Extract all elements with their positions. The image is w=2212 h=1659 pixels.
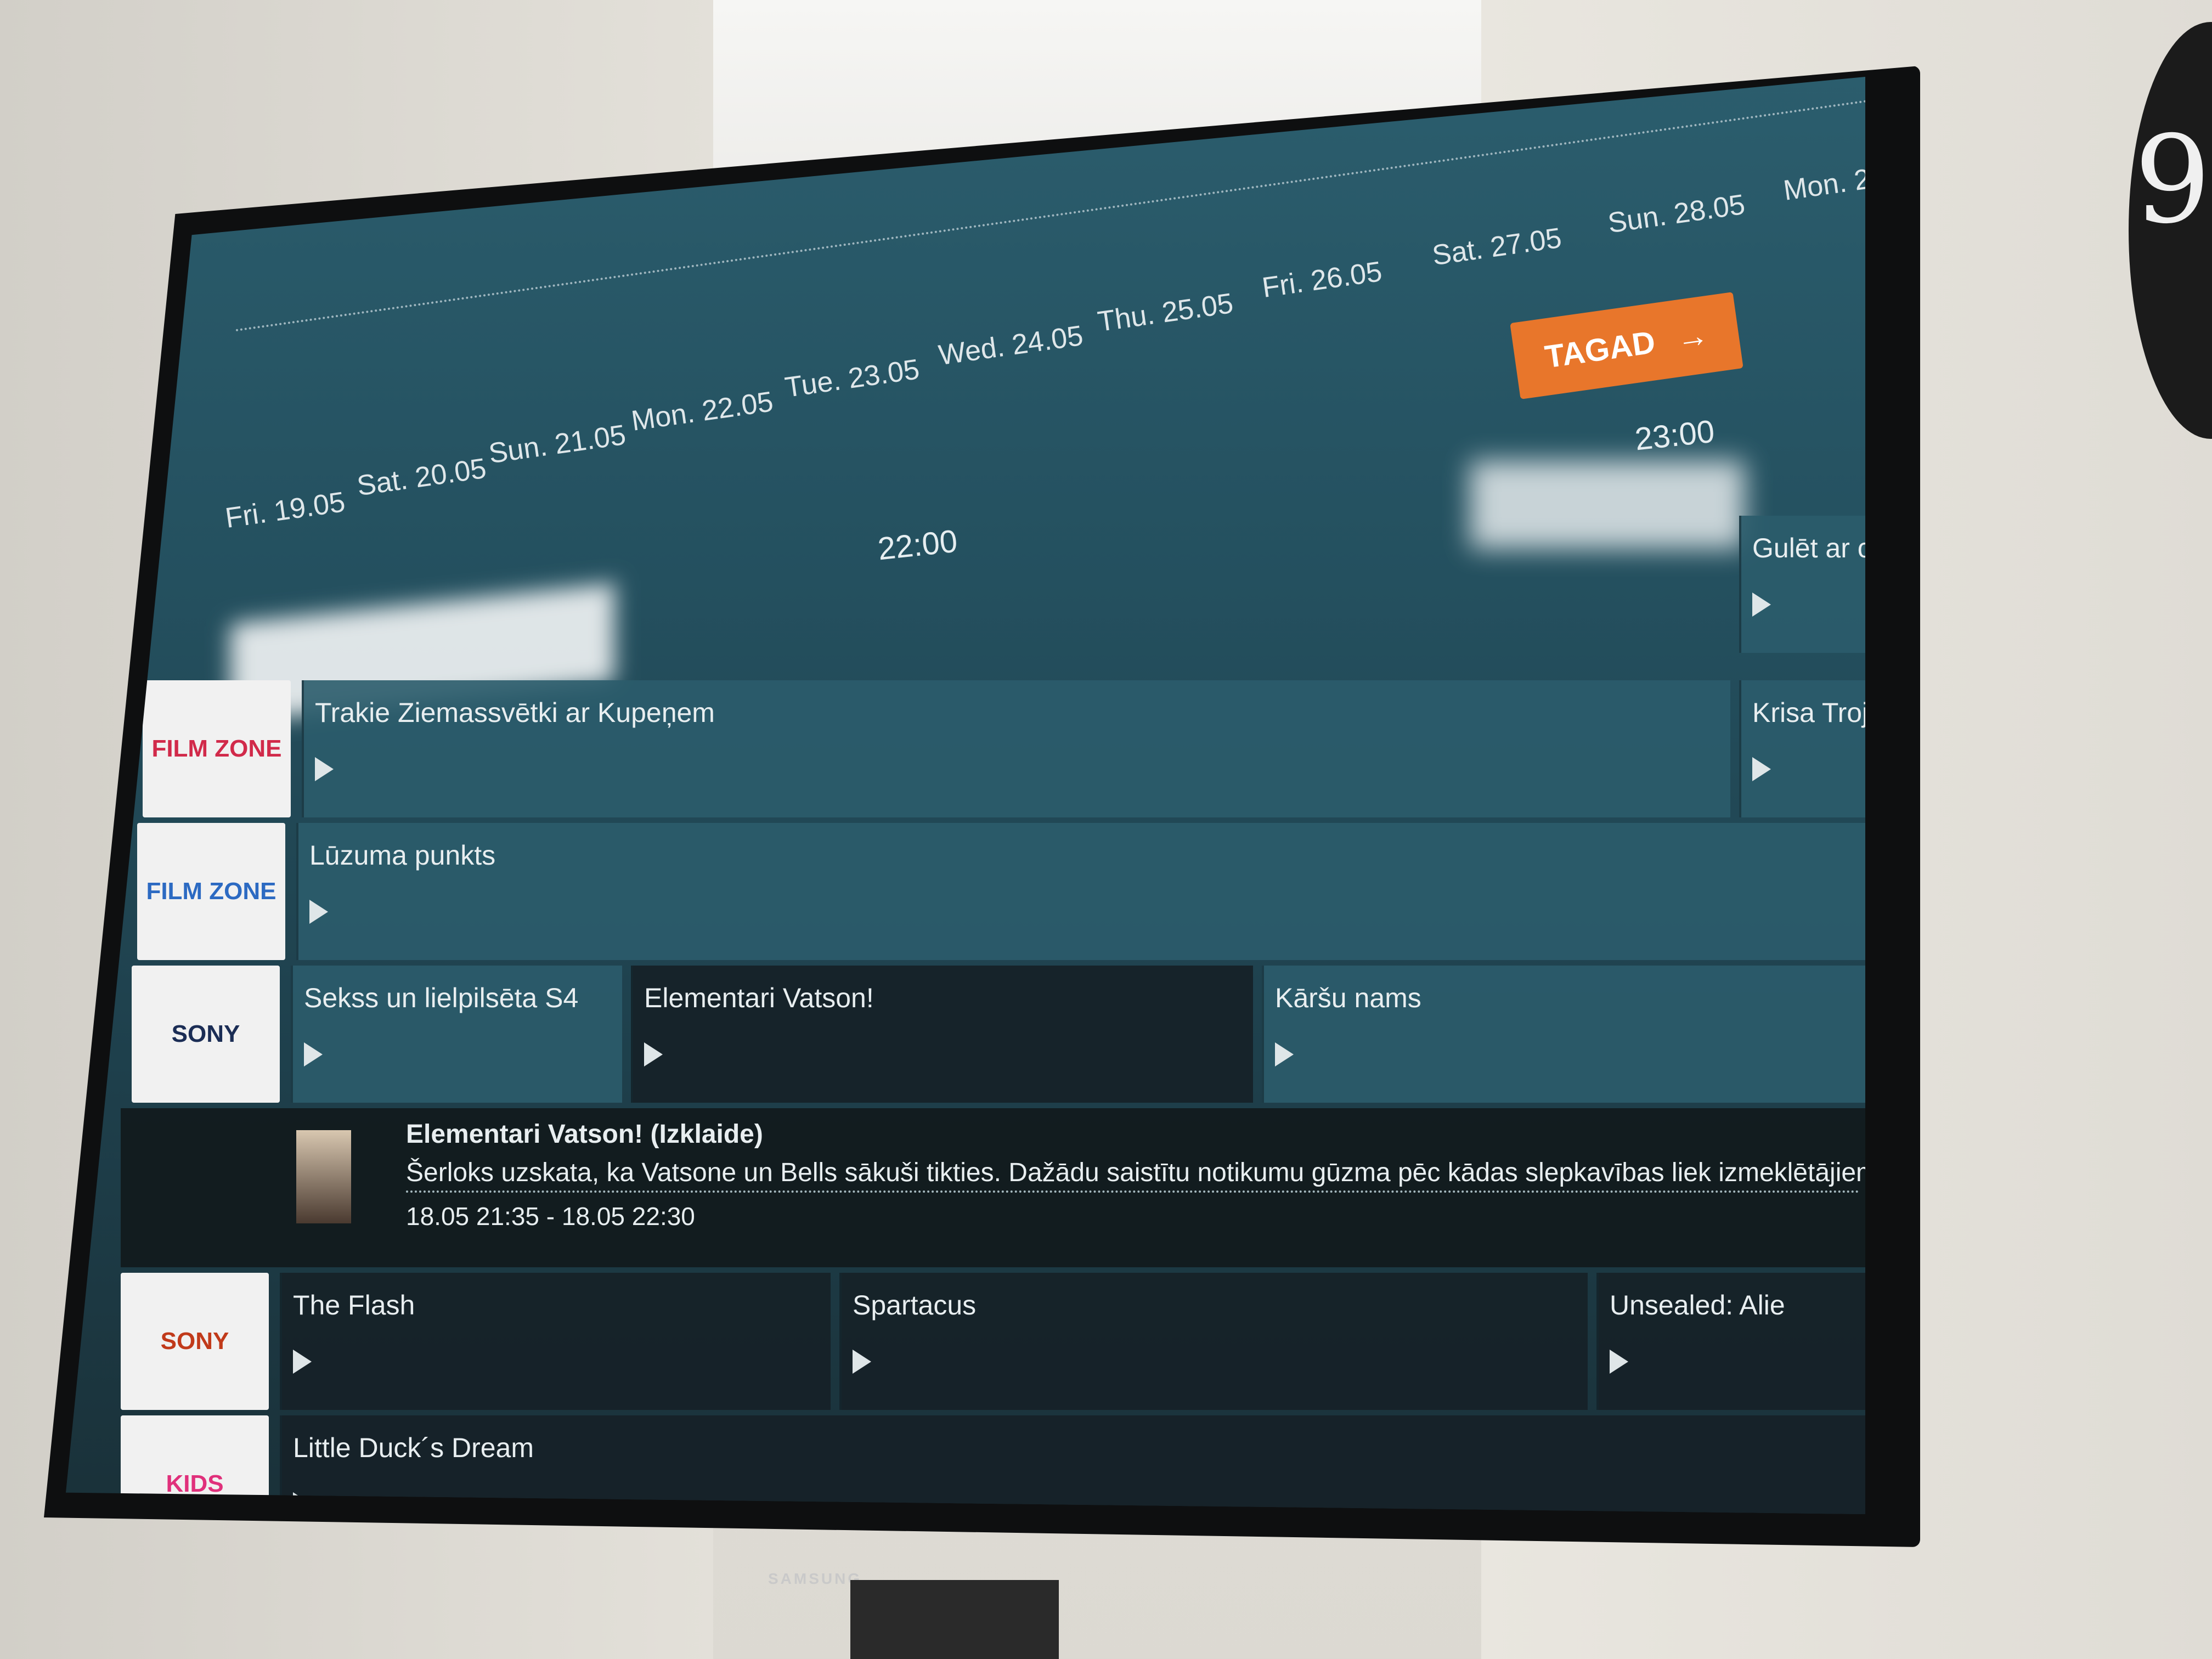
channel-logo[interactable]: FILM ZONE [137, 823, 285, 960]
channel-logo-text: FILM ZONE [146, 878, 276, 905]
date-item[interactable]: Mon. 29.05 [1781, 155, 1865, 207]
date-item[interactable]: Sun. 28.05 [1606, 188, 1747, 240]
play-icon [1275, 1042, 1294, 1066]
play-icon [644, 1042, 663, 1066]
program-grid: FILM ZONE Trakie Ziemassvētki ar Kupeņem… [121, 516, 1865, 1514]
program-tile[interactable]: Lūzuma punkts [296, 823, 1865, 960]
program-title: The Flash [293, 1290, 415, 1321]
channel-logo[interactable]: SONY [132, 966, 280, 1103]
program-title: Unsealed: Alie [1610, 1290, 1785, 1321]
program-title: Krisa Trojano [1752, 697, 1865, 728]
date-item[interactable]: Wed. 24.05 [936, 319, 1085, 372]
channel-row: SONY The Flash Spartacus Unsealed: Alie [121, 1273, 1865, 1415]
details-divider [406, 1190, 1860, 1193]
date-item[interactable]: Tue. 23.05 [783, 353, 922, 404]
date-item[interactable]: Fri. 19.05 [223, 486, 347, 535]
play-icon [1610, 1350, 1628, 1374]
program-tile[interactable]: Trakie Ziemassvētki ar Kupeņem [302, 680, 1730, 817]
program-tile[interactable]: Sekss un lielpilsēta S4 [291, 966, 622, 1103]
play-icon [309, 900, 328, 924]
play-icon [853, 1350, 871, 1374]
play-icon [1752, 757, 1771, 781]
program-tile-selected[interactable]: Elementari Vatson! [631, 966, 1253, 1103]
details-title: Elementari Vatson! (Izklaide) [406, 1120, 763, 1149]
now-button-label: TAGAD [1542, 324, 1657, 375]
channel-row: FILM ZONE Lūzuma punkts [121, 823, 1865, 966]
program-title: Spartacus [853, 1290, 977, 1321]
program-title: Trakie Ziemassvētki ar Kupeņem [315, 697, 715, 728]
program-thumbnail [296, 1130, 351, 1223]
details-time: 18.05 21:35 - 18.05 22:30 [406, 1202, 695, 1231]
channel-logo[interactable]: FILM ZONE [143, 680, 291, 817]
channel-logo-text: SONY [171, 1020, 240, 1047]
date-item[interactable]: Fri. 26.05 [1260, 255, 1384, 304]
program-tile[interactable]: Krisa Trojano [1739, 680, 1865, 817]
channel-row: SONY Sekss un lielpilsēta S4 Elementari … [121, 966, 1865, 1108]
arrow-right-icon: → [1674, 316, 1711, 357]
date-item[interactable]: Sat. 27.05 [1430, 222, 1564, 272]
program-title: Little Duck´s Dream [293, 1432, 534, 1463]
play-icon [315, 757, 334, 781]
date-item[interactable]: Thu. 25.05 [1096, 287, 1235, 338]
time-label: 22:00 [876, 523, 960, 567]
details-description: Šerloks uzskata, ka Vatsone un Bells sāk… [406, 1158, 1865, 1187]
date-item[interactable]: Mon. 22.05 [629, 385, 775, 438]
program-title: Kāršu nams [1275, 983, 1421, 1013]
program-tile[interactable]: Gulēt ar citiem [1739, 516, 1865, 653]
program-tile[interactable]: Kāršu nams [1262, 966, 1865, 1103]
play-icon [293, 1350, 312, 1374]
program-title: Lūzuma punkts [309, 840, 496, 871]
tv-stand [850, 1580, 1059, 1659]
channel-logo-text: KIDS [166, 1470, 224, 1497]
screen-glare [1470, 461, 1745, 549]
program-details-panel: Elementari Vatson! (Izklaide) Šerloks uz… [121, 1108, 1865, 1267]
date-item[interactable]: Sat. 20.05 [355, 452, 488, 503]
wall-clock-digit: 9 [2134, 110, 2211, 250]
program-tile[interactable]: The Flash [280, 1273, 831, 1410]
channel-row: FILM ZONE Trakie Ziemassvētki ar Kupeņem… [121, 516, 1865, 823]
program-title: Elementari Vatson! [644, 983, 874, 1013]
program-tile[interactable]: Spartacus [839, 1273, 1588, 1410]
channel-logo-text: FILM ZONE [151, 735, 282, 762]
channel-logo[interactable]: SONY [121, 1273, 269, 1410]
program-tile[interactable]: Unsealed: Alie [1596, 1273, 1865, 1410]
play-icon [304, 1042, 323, 1066]
channel-logo-text: SONY [160, 1328, 229, 1355]
play-icon [1752, 592, 1771, 617]
tv-guide-screen: Fri. 19.05 Sat. 20.05 Sun. 21.05 Mon. 22… [66, 77, 1865, 1514]
date-item[interactable]: Sun. 21.05 [487, 419, 628, 470]
tv-brand-label: SAMSUNG [768, 1570, 862, 1587]
program-title: Gulēt ar citiem [1752, 533, 1865, 563]
program-title: Sekss un lielpilsēta S4 [304, 983, 579, 1013]
